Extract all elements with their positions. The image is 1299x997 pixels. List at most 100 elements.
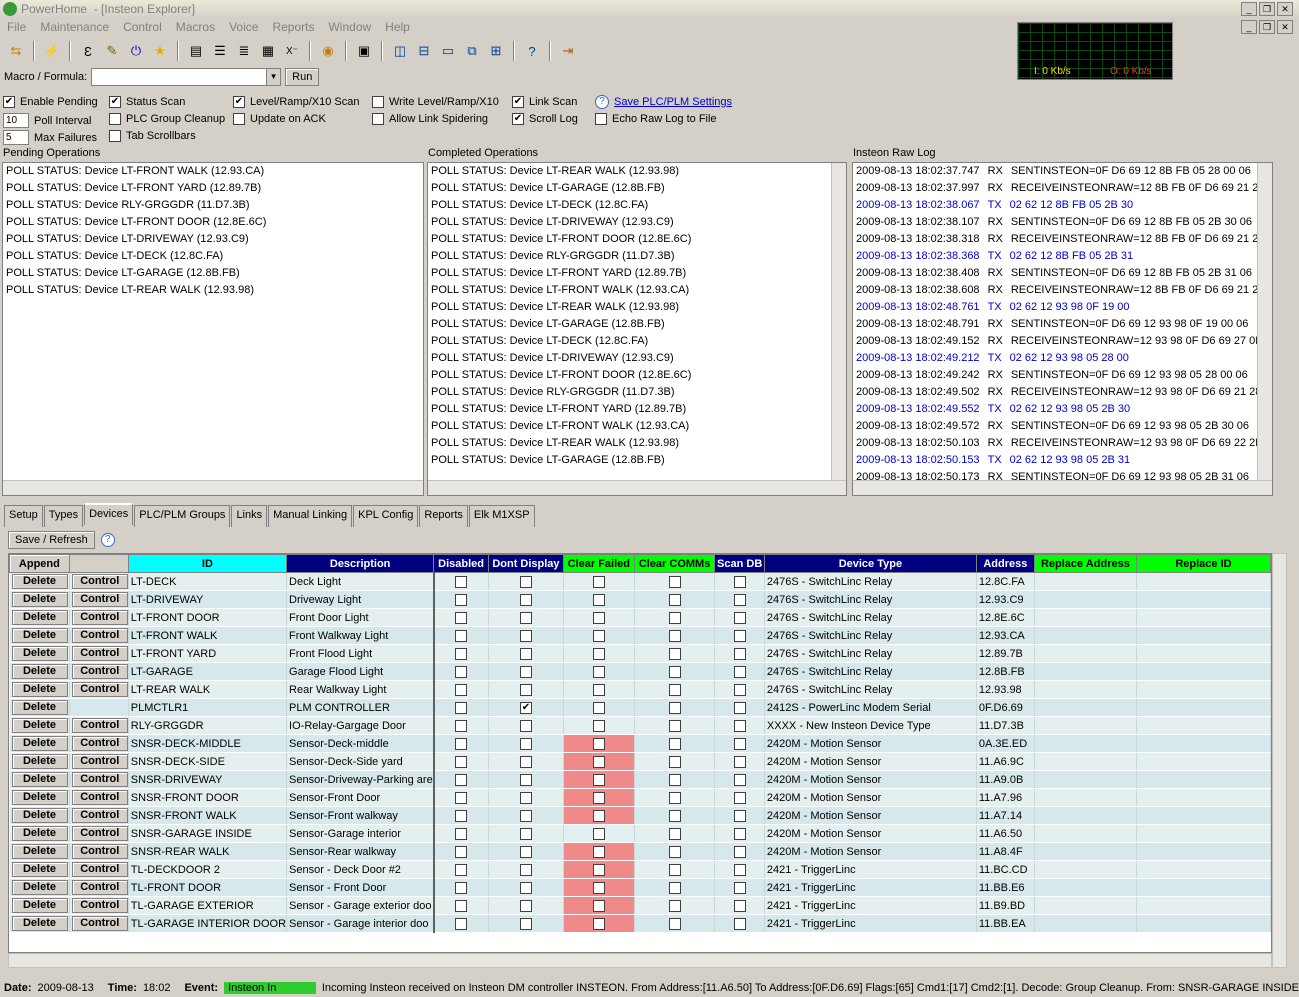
device-type-cell[interactable]: 2420M - Motion Sensor <box>764 806 977 825</box>
tab-manual-linking[interactable]: Manual Linking <box>268 505 353 527</box>
device-type-cell[interactable]: 2412S - PowerLinc Modem Serial <box>764 698 977 717</box>
update-on-ack-checkbox[interactable] <box>233 113 245 125</box>
dont-display-checkbox[interactable]: ✔ <box>519 701 532 714</box>
layout-icon[interactable]: ⊞ <box>486 41 506 61</box>
device-type-cell[interactable]: 2420M - Motion Sensor <box>764 770 977 789</box>
cascade-icon[interactable]: ▭ <box>438 41 458 61</box>
disabled-checkbox[interactable] <box>455 719 468 732</box>
disabled-checkbox[interactable] <box>455 809 468 822</box>
echo-raw-checkbox[interactable] <box>595 113 607 125</box>
completed-item[interactable]: POLL STATUS: Device LT-FRONT YARD (12.89… <box>428 401 846 418</box>
control-button[interactable]: Control <box>71 772 128 787</box>
stack-icon[interactable]: ⧉ <box>462 41 482 61</box>
star-icon[interactable]: ★ <box>150 41 170 61</box>
replace-id-cell[interactable] <box>1136 680 1271 699</box>
clear-failed-checkbox[interactable] <box>592 647 605 660</box>
control-button[interactable]: Control <box>71 754 128 769</box>
disabled-checkbox[interactable] <box>455 863 468 876</box>
description-cell[interactable]: Sensor-Deck-Side yard <box>286 752 435 771</box>
rawlog-hscrollbar[interactable] <box>853 480 1272 495</box>
delete-button[interactable]: Delete <box>11 880 68 895</box>
control-button[interactable]: Control <box>71 718 128 733</box>
delete-button[interactable]: Delete <box>11 592 68 607</box>
completed-item[interactable]: POLL STATUS: Device LT-REAR WALK (12.93.… <box>428 435 846 452</box>
pending-item[interactable]: POLL STATUS: Device LT-FRONT YARD (12.89… <box>3 180 423 197</box>
description-cell[interactable]: Sensor - Garage interior doo <box>286 914 435 933</box>
scan-db-checkbox[interactable] <box>733 719 746 732</box>
raw-log-line[interactable]: 2009-08-13 18:02:49.212 TX 02 62 12 93 98 … <box>853 350 1272 367</box>
device-type-cell[interactable]: 2421 - TriggerLinc <box>764 914 977 933</box>
completed-item[interactable]: POLL STATUS: Device LT-GARAGE (12.8B.FB) <box>428 316 846 333</box>
dont-display-checkbox[interactable] <box>519 683 532 696</box>
menu-voice[interactable]: Voice <box>222 20 265 34</box>
address-cell[interactable]: 11.BB.E6 <box>976 878 1035 897</box>
control-button[interactable]: Control <box>71 610 128 625</box>
menu-control[interactable]: Control <box>116 20 169 34</box>
raw-log-line[interactable]: 2009-08-13 18:02:50.103 RX RECEIVEINSTEONR… <box>853 435 1272 452</box>
tab-scrollbars-checkbox[interactable] <box>109 130 121 142</box>
control-button[interactable]: Control <box>71 916 128 931</box>
completed-vscrollbar[interactable] <box>831 163 846 480</box>
delete-button[interactable]: Delete <box>11 844 68 859</box>
pending-item[interactable]: POLL STATUS: Device RLY-GRGGDR (11.D7.3B… <box>3 197 423 214</box>
device-type-cell[interactable]: 2476S - SwitchLinc Relay <box>764 572 977 591</box>
scroll-log-checkbox[interactable]: ✔ <box>512 113 524 125</box>
scan-db-checkbox[interactable] <box>733 629 746 642</box>
completed-item[interactable]: POLL STATUS: Device LT-DRIVEWAY (12.93.C… <box>428 214 846 231</box>
clear-failed-checkbox[interactable] <box>592 863 605 876</box>
allow-link-spidering-checkbox[interactable] <box>372 113 384 125</box>
save-refresh-button[interactable]: Save / Refresh <box>8 531 95 549</box>
clear-failed-checkbox[interactable] <box>592 881 605 894</box>
level-scan-checkbox[interactable]: ✔ <box>233 96 245 108</box>
scan-db-checkbox[interactable] <box>733 809 746 822</box>
raw-log-line[interactable]: 2009-08-13 18:02:49.552 TX 02 62 12 93 98 … <box>853 401 1272 418</box>
delete-button[interactable]: Delete <box>11 700 68 715</box>
replace-address-cell[interactable] <box>1034 842 1137 861</box>
plc-group-cleanup-option[interactable]: PLC Group Cleanup <box>109 113 225 125</box>
replace-address-cell[interactable] <box>1034 662 1137 681</box>
delete-button[interactable]: Delete <box>11 898 68 913</box>
scan-db-checkbox[interactable] <box>733 791 746 804</box>
device-id-cell[interactable]: SNSR-DECK-SIDE <box>128 752 288 771</box>
replace-address-cell[interactable] <box>1034 590 1137 609</box>
control-button[interactable]: Control <box>71 574 128 589</box>
raw-log-line[interactable]: 2009-08-13 18:02:50.153 TX 02 62 12 93 98 … <box>853 452 1272 469</box>
clear-failed-checkbox[interactable] <box>592 719 605 732</box>
clear-comms-checkbox[interactable] <box>668 665 681 678</box>
replace-address-cell[interactable] <box>1034 878 1137 897</box>
clear-failed-checkbox[interactable] <box>592 737 605 750</box>
address-cell[interactable]: 11.D7.3B <box>976 716 1035 735</box>
control-button[interactable]: Control <box>71 880 128 895</box>
enable-pending-option[interactable]: ✔ Enable Pending <box>3 96 98 108</box>
clear-failed-checkbox[interactable] <box>592 755 605 768</box>
disabled-checkbox[interactable] <box>455 773 468 786</box>
clear-failed-checkbox[interactable] <box>592 845 605 858</box>
delete-button[interactable]: Delete <box>11 916 68 931</box>
completed-item[interactable]: POLL STATUS: Device RLY-GRGGDR (11.D7.3B… <box>428 384 846 401</box>
raw-log-line[interactable]: 2009-08-13 18:02:38.067 TX 02 62 12 8B FB … <box>853 197 1272 214</box>
pending-item[interactable]: POLL STATUS: Device LT-DECK (12.8C.FA) <box>3 248 423 265</box>
scan-db-checkbox[interactable] <box>733 827 746 840</box>
raw-log-line[interactable]: 2009-08-13 18:02:48.761 TX 02 62 12 93 98 … <box>853 299 1272 316</box>
device-id-cell[interactable]: LT-FRONT WALK <box>128 626 288 645</box>
column-header[interactable]: Disabled <box>433 554 489 573</box>
device-type-cell[interactable]: 2420M - Motion Sensor <box>764 752 977 771</box>
keypad-icon[interactable]: ▣ <box>354 41 374 61</box>
dont-display-checkbox[interactable] <box>519 647 532 660</box>
replace-address-cell[interactable] <box>1034 788 1137 807</box>
dont-display-checkbox[interactable] <box>519 575 532 588</box>
device-type-cell[interactable]: 2421 - TriggerLinc <box>764 896 977 915</box>
device-id-cell[interactable]: LT-GARAGE <box>128 662 288 681</box>
allow-link-spidering-option[interactable]: Allow Link Spidering <box>372 113 488 125</box>
status-scan-option[interactable]: ✔ Status Scan <box>109 96 185 108</box>
replace-id-cell[interactable] <box>1136 860 1271 879</box>
disabled-checkbox[interactable] <box>455 845 468 858</box>
disabled-checkbox[interactable] <box>455 593 468 606</box>
scan-db-checkbox[interactable] <box>733 899 746 912</box>
replace-id-cell[interactable] <box>1136 752 1271 771</box>
scan-db-checkbox[interactable] <box>733 701 746 714</box>
scan-db-checkbox[interactable] <box>733 611 746 624</box>
address-cell[interactable]: 11.A8.4F <box>976 842 1035 861</box>
refresh-icon[interactable]: ⇆ <box>6 41 26 61</box>
description-cell[interactable]: Sensor-Rear walkway <box>286 842 435 861</box>
